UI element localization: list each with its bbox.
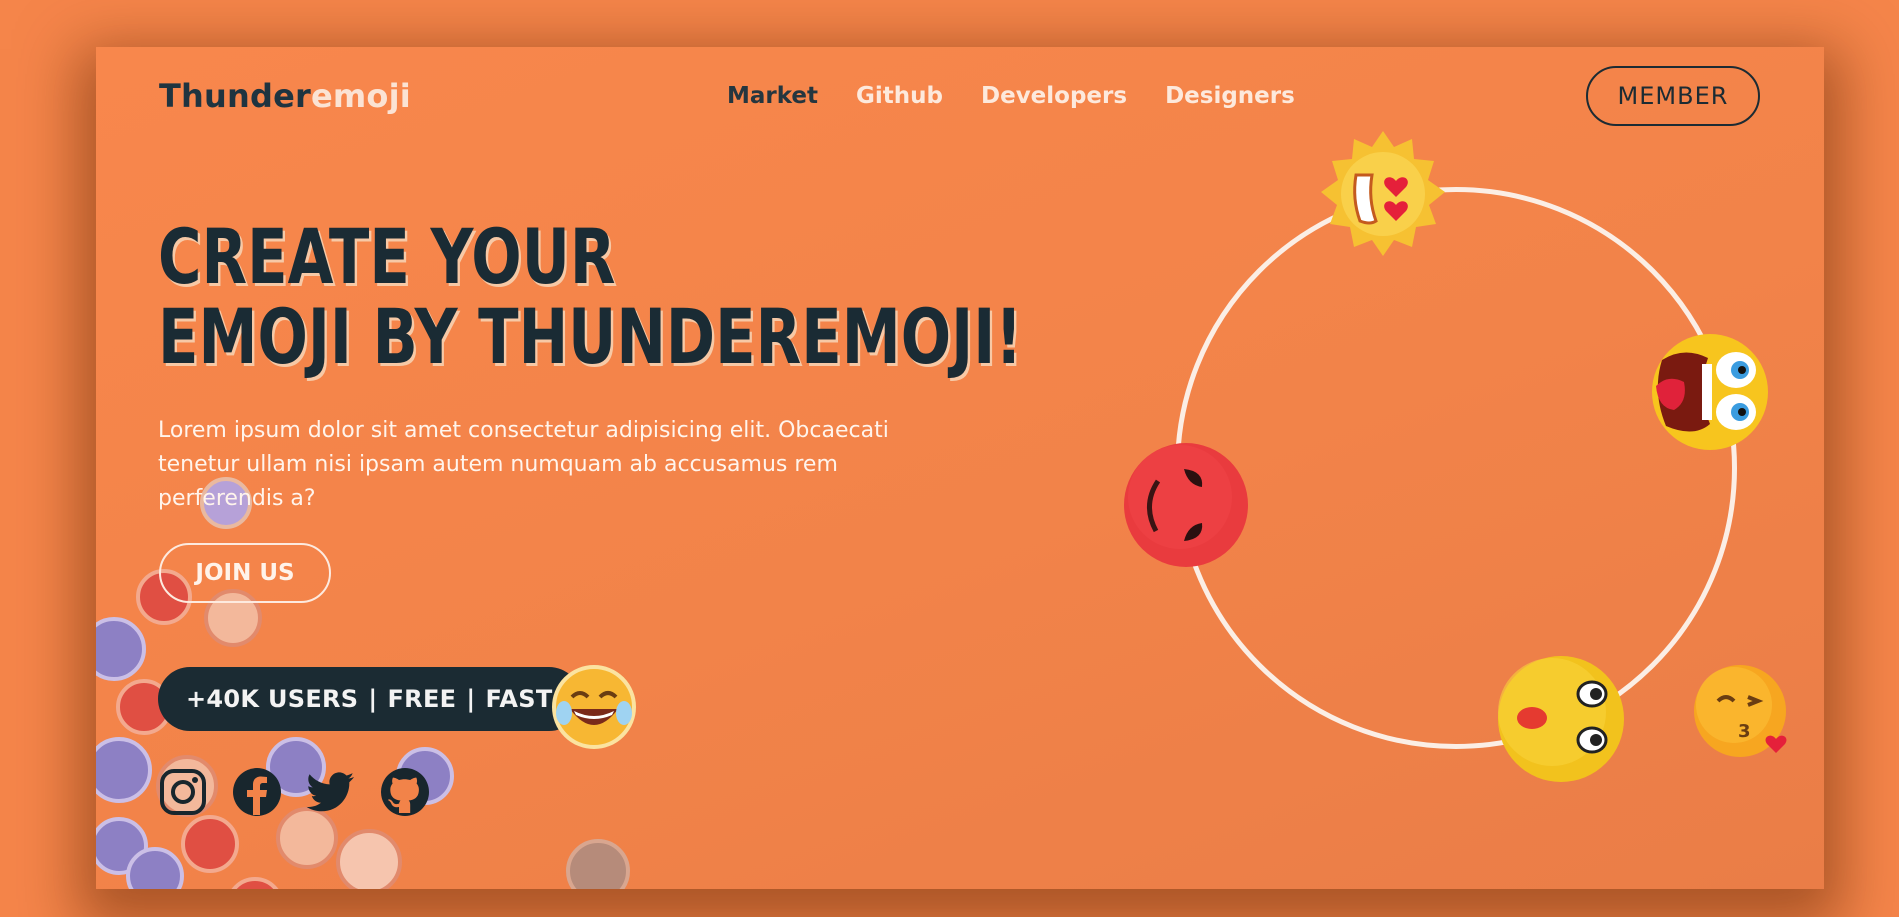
nav-item-developers[interactable]: Developers [981, 83, 1127, 109]
stats-free: FREE [387, 685, 457, 713]
nav-item-designers[interactable]: Designers [1165, 83, 1295, 109]
coin [566, 839, 630, 889]
kissing-heart-emoji: 3 [1694, 665, 1787, 757]
hero-title-line1: CREATE YOUR [158, 212, 616, 301]
stats-separator: | [466, 685, 476, 713]
sun-heart-eyes-emoji [1321, 131, 1445, 256]
brand-logo-part1: Thunder [159, 77, 311, 115]
join-us-button[interactable]: JOIN US [159, 543, 331, 603]
instagram-icon[interactable] [158, 767, 208, 817]
nav-item-market[interactable]: Market [727, 83, 818, 109]
surprised-blush-emoji [1498, 656, 1624, 782]
stats-separator: | [368, 685, 378, 713]
twitter-icon[interactable] [306, 767, 356, 817]
github-icon[interactable] [380, 767, 430, 817]
coin [226, 877, 284, 889]
coin [336, 829, 402, 889]
angry-face-emoji [1124, 443, 1248, 567]
coin [181, 815, 239, 873]
coin [96, 617, 146, 681]
hero-description: Lorem ipsum dolor sit amet consectetur a… [158, 418, 889, 511]
brand-logo[interactable]: Thunderemoji [159, 77, 411, 115]
hero-card: Thunderemoji Market Github Developers De… [96, 47, 1824, 889]
facebook-icon[interactable] [232, 767, 282, 817]
emoji-orbit-ring [1175, 187, 1737, 749]
member-button[interactable]: MEMBER [1586, 66, 1760, 126]
stats-users: +40K USERS [186, 685, 359, 713]
stats-fast: FAST [485, 685, 553, 713]
svg-text:3: 3 [1738, 721, 1751, 742]
hero-title: CREATE YOUR EMOJI BY THUNDEREMOJI! [158, 217, 1022, 377]
nav-item-github[interactable]: Github [856, 83, 943, 109]
hero-title-line2: EMOJI BY THUNDEREMOJI! [158, 292, 1023, 381]
main-nav: Market Github Developers Designers [727, 83, 1295, 109]
brand-logo-part2: emoji [310, 77, 411, 115]
tongue-out-emoji [1652, 334, 1768, 450]
laughing-emoji [552, 665, 636, 749]
coin [96, 737, 152, 803]
stats-badge: +40K USERS | FREE | FAST [158, 667, 581, 731]
